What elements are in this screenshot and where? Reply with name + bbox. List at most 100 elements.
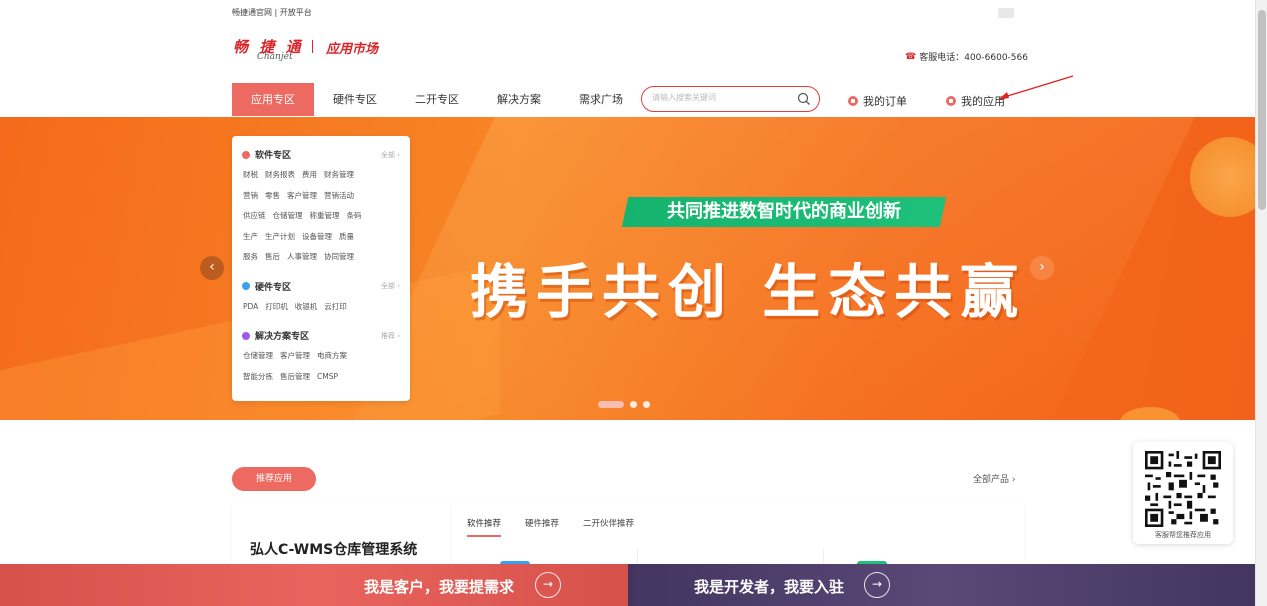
category-link[interactable]: CMSP [317,367,338,388]
featured-app-title: 弘人C-WMS仓库管理系统 [250,542,418,558]
qr-widget[interactable]: 客服帮您推荐应用 [1133,442,1233,544]
user-avatar[interactable] [998,8,1014,18]
solution-more-link[interactable]: 推荐 › [381,331,400,341]
category-link[interactable]: 生产计划 [265,227,295,248]
category-link[interactable]: 营销 [243,186,258,207]
category-link[interactable]: 智能分拣 [243,367,273,388]
category-link[interactable]: 费用 [302,165,317,186]
coin-decoration [1190,137,1255,217]
category-link[interactable]: 财税 [243,165,258,186]
category-link[interactable]: 财务管理 [324,165,354,186]
category-link[interactable]: 客户管理 [280,346,310,367]
developer-cta-bar[interactable]: 我是开发者，我要入驻 → [628,564,1256,606]
app-market-title: 应用市场 [326,42,379,57]
category-row: 智能分拣 售后管理 CMSP [242,367,400,388]
order-icon [848,96,858,106]
page: 畅捷通官网 | 开放平台 畅 捷 通 Chanjet 应用市场 ☎ 客服电话：4… [0,0,1267,606]
software-category-label: 软件专区 [255,151,292,161]
solution-category-label: 解决方案专区 [255,332,310,342]
developer-cta-text: 我是开发者，我要入驻 [694,578,845,596]
category-row: PDA 打印机 收银机 云打印 [242,297,400,318]
software-icon [242,150,250,159]
top-links[interactable]: 畅捷通官网 | 开放平台 [232,7,312,18]
qr-code-icon [1145,451,1221,527]
category-link[interactable]: 仓储管理 [273,206,303,227]
category-link[interactable]: 财务报表 [265,165,295,186]
chevron-left-icon[interactable]: ‹ [200,256,224,280]
page-scrollbar[interactable] [1255,0,1267,606]
category-link[interactable]: 条码 [347,206,362,227]
category-link[interactable]: 营销活动 [324,186,354,207]
category-link[interactable]: 质量 [339,227,354,248]
hardware-more-link[interactable]: 全部 › [381,281,400,291]
hardware-category-label: 硬件专区 [255,282,292,293]
category-link[interactable]: 供应链 [243,206,266,227]
nav-item-hardware[interactable]: 硬件专区 [314,83,396,116]
category-link[interactable]: 收银机 [295,297,318,318]
category-row: 供应链 仓储管理 称重管理 条码 [242,206,400,227]
category-link[interactable]: 仓储管理 [243,346,273,367]
category-link[interactable]: 生产 [243,227,258,248]
category-row: 生产 生产计划 设备管理 质量 [242,227,400,248]
phone-icon: ☎ [905,51,917,62]
category-link[interactable]: 人事管理 [287,247,317,268]
search-icon[interactable] [797,92,811,106]
category-link[interactable]: 电商方案 [317,346,347,367]
logo-sub-text: Chanjet [257,52,293,62]
category-panel: 软件专区 全部 › 财税 财务报表 费用 财务管理 营销 零售 客户管理 营销活… [232,136,410,401]
my-orders-link[interactable]: 我的订单 [848,93,907,109]
arrow-right-icon[interactable]: → [535,572,561,598]
recommend-tabs: 软件推荐 硬件推荐 二开伙伴推荐 [467,517,634,537]
carousel-dot[interactable] [598,401,624,408]
coin-decoration [1120,407,1180,420]
nav-item-apps[interactable]: 应用专区 [232,83,314,116]
category-link[interactable]: 云打印 [324,297,347,318]
solution-icon [242,331,250,340]
customer-cta-bar[interactable]: 我是客户，我要提需求 → [0,564,628,606]
annotation-arrow-icon [998,75,1074,100]
all-products-link[interactable]: 全部产品 › [973,472,1015,485]
category-link[interactable]: 售后 [265,247,280,268]
hotline-text: 客服电话：400-6600-566 [919,53,1028,63]
category-link[interactable]: 客户管理 [287,186,317,207]
featured-app-card[interactable]: 弘人C-WMS仓库管理系统 [232,503,452,573]
category-link[interactable]: 设备管理 [302,227,332,248]
logo-divider [312,40,313,53]
software-more-link[interactable]: 全部 › [381,150,400,160]
category-row: 仓储管理 客户管理 电商方案 [242,346,400,367]
category-link[interactable]: 零售 [265,186,280,207]
category-link[interactable]: 协同管理 [324,247,354,268]
recommend-apps-button[interactable]: 推荐应用 [232,467,316,491]
carousel-dot[interactable] [630,401,637,408]
customer-cta-text: 我是客户，我要提需求 [364,578,515,596]
banner-title: 携手共创 生态共赢 [470,258,1027,326]
search-input[interactable] [652,93,792,102]
nav-item-solutions[interactable]: 解决方案 [478,83,560,116]
tab-hardware-recommend[interactable]: 硬件推荐 [525,517,559,537]
banner-tagline-text: 共同推进数智时代的商业创新 [667,201,901,222]
hardware-category-header: 硬件专区 全部 › [242,280,400,293]
category-row: 营销 零售 客户管理 营销活动 [242,186,400,207]
hero-banner[interactable]: 共同推进数智时代的商业创新 携手共创 生态共赢 ‹ › [0,117,1255,420]
chevron-right-icon[interactable]: › [1030,256,1054,280]
banner-tagline: 共同推进数智时代的商业创新 [621,197,947,227]
tab-partner-recommend[interactable]: 二开伙伴推荐 [583,517,634,537]
category-link[interactable]: 打印机 [265,297,288,318]
carousel-dot[interactable] [643,401,650,408]
category-link[interactable]: 售后管理 [280,367,310,388]
category-link[interactable]: 服务 [243,247,258,268]
category-link[interactable]: 称重管理 [310,206,340,227]
carousel-dots [598,401,650,408]
tab-software-recommend[interactable]: 软件推荐 [467,517,502,537]
chanjet-logo[interactable]: 畅 捷 通 Chanjet [233,36,303,62]
nav-item-secondary-dev[interactable]: 二开专区 [396,83,478,116]
category-link[interactable]: PDA [243,297,258,318]
software-category-header: 软件专区 全部 › [242,148,400,161]
nav-item-demand-square[interactable]: 需求广场 [560,83,642,116]
software-category-title: 软件专区 [242,148,291,161]
scrollbar-thumb[interactable] [1258,10,1266,210]
solution-category-title: 解决方案专区 [242,329,309,342]
category-row: 服务 售后 人事管理 协同管理 [242,247,400,268]
search-box [641,86,820,112]
arrow-right-icon[interactable]: → [864,572,890,598]
